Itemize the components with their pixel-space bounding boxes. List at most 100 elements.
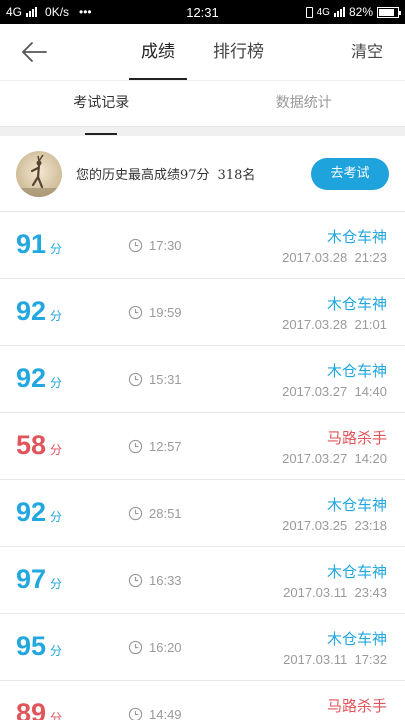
record-date: 2017.03.27 14:20 xyxy=(282,451,387,466)
header: 成绩 排行榜 清空 xyxy=(0,24,405,80)
record-duration: 12:57 xyxy=(149,439,182,454)
record-title: 木仓车神 xyxy=(326,630,387,648)
record-score: 97 xyxy=(16,564,47,594)
record-duration: 14:49 xyxy=(149,707,182,720)
record-score: 95 xyxy=(16,631,47,661)
record-row[interactable]: 95 分 16:20 木仓车神 2017.03.11 17:32 xyxy=(0,614,405,681)
record-title: 木仓车神 xyxy=(326,362,387,380)
clock-icon xyxy=(128,372,143,387)
record-row[interactable]: 58 分 12:57 马路杀手 2017.03.27 14:20 xyxy=(0,413,405,480)
record-title: 木仓车神 xyxy=(326,228,387,246)
best-score-text: 您的历史最高成绩97分 xyxy=(76,168,210,183)
record-score-unit: 分 xyxy=(50,644,63,658)
start-exam-button[interactable]: 去考试 xyxy=(311,157,389,190)
vibrate-icon xyxy=(305,6,313,18)
record-score: 92 xyxy=(16,296,47,326)
record-duration-wrap: 28:51 xyxy=(128,506,182,521)
record-row[interactable]: 91 分 17:30 木仓车神 2017.03.28 21:23 xyxy=(0,212,405,279)
record-duration-wrap: 17:30 xyxy=(128,238,182,253)
record-duration: 28:51 xyxy=(149,506,182,521)
signal-icon xyxy=(26,7,38,17)
best-score-text-wrap: 您的历史最高成绩97分 318名 xyxy=(76,164,255,183)
avatar-image xyxy=(16,150,62,197)
record-date: 2017.03.27 14:40 xyxy=(282,384,387,399)
record-row[interactable]: 92 分 19:59 木仓车神 2017.03.28 21:01 xyxy=(0,279,405,346)
record-title: 木仓车神 xyxy=(326,295,387,313)
clock-icon xyxy=(128,707,143,720)
record-duration-wrap: 19:59 xyxy=(128,305,182,320)
exam-records-list: 91 分 17:30 木仓车神 2017.03.28 21:23 92 分 19:59 木仓车神… xyxy=(0,212,405,720)
clock-icon xyxy=(128,506,143,521)
record-score-unit: 分 xyxy=(50,711,63,720)
record-duration: 15:31 xyxy=(149,372,182,387)
record-score-wrap: 58 分 xyxy=(16,430,62,461)
record-score-wrap: 89 分 xyxy=(16,698,62,720)
record-date: 2017.03.11 17:32 xyxy=(283,652,387,667)
record-title: 木仓车神 xyxy=(326,496,387,514)
record-duration-wrap: 14:49 xyxy=(128,707,182,720)
record-row[interactable]: 92 分 28:51 木仓车神 2017.03.25 23:18 xyxy=(0,480,405,547)
record-date: 2017.03.25 23:18 xyxy=(282,518,387,533)
record-score-unit: 分 xyxy=(50,577,63,591)
record-date: 2017.03.11 23:43 xyxy=(283,585,387,600)
record-duration: 16:33 xyxy=(149,573,182,588)
network-label: 4G xyxy=(6,5,23,19)
clear-button[interactable]: 清空 xyxy=(351,24,383,80)
network2-label: 4G xyxy=(316,6,330,18)
subtab-exam-records[interactable]: 考试记录 xyxy=(0,81,203,135)
subtab-statistics[interactable]: 数据统计 xyxy=(203,81,405,126)
clock-icon xyxy=(128,640,143,655)
clock-icon xyxy=(128,573,143,588)
record-row[interactable]: 92 分 15:31 木仓车神 2017.03.27 14:40 xyxy=(0,346,405,413)
record-duration: 16:20 xyxy=(149,640,182,655)
speed-label: 0K/s xyxy=(45,5,70,19)
clock-icon xyxy=(128,238,143,253)
record-duration: 19:59 xyxy=(149,305,182,320)
battery-percent: 82% xyxy=(348,5,373,19)
record-score-unit: 分 xyxy=(50,443,63,457)
status-bar: 4G 0K/s ••• 12:31 4G 82% xyxy=(0,0,405,24)
clock-icon xyxy=(128,305,143,320)
record-title: 马路杀手 xyxy=(326,429,387,447)
record-date: 2017.03.28 21:01 xyxy=(282,317,387,332)
record-score-unit: 分 xyxy=(50,309,63,323)
record-duration-wrap: 12:57 xyxy=(128,439,182,454)
signal2-icon xyxy=(333,7,345,17)
header-tabs: 成绩 排行榜 xyxy=(0,24,405,80)
record-score: 91 xyxy=(16,229,47,259)
record-score-unit: 分 xyxy=(50,242,63,256)
avatar[interactable] xyxy=(16,150,62,197)
record-score-wrap: 97 分 xyxy=(16,564,62,595)
record-score-unit: 分 xyxy=(50,376,63,390)
record-score: 89 xyxy=(16,698,47,720)
record-score: 92 xyxy=(16,497,47,527)
record-score-unit: 分 xyxy=(50,510,63,524)
record-duration-wrap: 16:33 xyxy=(128,573,182,588)
record-date: 2017.03.28 21:23 xyxy=(282,250,387,265)
tab-scores[interactable]: 成绩 xyxy=(129,24,187,80)
tab-leaderboard[interactable]: 排行榜 xyxy=(211,24,266,80)
record-row[interactable]: 89 分 14:49 马路杀手 xyxy=(0,681,405,720)
record-score-wrap: 92 分 xyxy=(16,497,62,528)
best-score-card: 您的历史最高成绩97分 318名 去考试 xyxy=(0,136,405,212)
record-score-wrap: 92 分 xyxy=(16,296,62,327)
section-divider xyxy=(0,126,405,136)
battery-icon xyxy=(377,6,401,18)
record-score-wrap: 91 分 xyxy=(16,229,62,260)
record-score-wrap: 92 分 xyxy=(16,363,62,394)
more-dots: ••• xyxy=(79,5,92,19)
clock-icon xyxy=(128,439,143,454)
record-score-wrap: 95 分 xyxy=(16,631,62,662)
subtab-exam-records-label: 考试记录 xyxy=(73,81,129,135)
subtabs: 考试记录 数据统计 xyxy=(0,80,405,135)
record-title: 马路杀手 xyxy=(326,697,387,715)
record-score: 58 xyxy=(16,430,47,460)
best-rank: 318名 xyxy=(217,168,256,183)
record-row[interactable]: 97 分 16:33 木仓车神 2017.03.11 23:43 xyxy=(0,547,405,614)
record-duration: 17:30 xyxy=(149,238,182,253)
record-score: 92 xyxy=(16,363,47,393)
record-duration-wrap: 16:20 xyxy=(128,640,182,655)
record-duration-wrap: 15:31 xyxy=(128,372,182,387)
record-title: 木仓车神 xyxy=(326,563,387,581)
battery-fill xyxy=(379,8,394,16)
